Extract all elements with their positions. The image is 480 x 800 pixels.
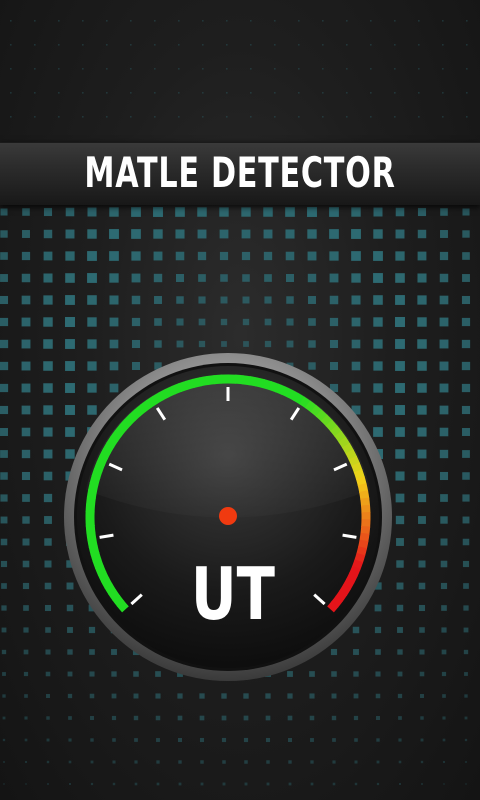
gauge-arc-segment [134,404,147,417]
gauge-arc-segment [178,380,189,392]
gauge-arc-segment [100,577,113,589]
gauge-arc-segment [255,377,266,389]
gauge-arc-segment [99,448,112,460]
gauge-arc-segment [93,461,106,473]
gauge-arc-segment [359,532,370,543]
gauge-arc-segment [346,572,358,584]
gauge-arc-segment [274,383,286,395]
gauge-arc-segment [299,396,312,409]
unit-label: UT [191,552,275,636]
gauge-arc-segment [234,374,244,385]
gauge-arc-segment [90,551,102,563]
gauge-arc-segment [116,600,129,613]
gauge-arc-segment [342,442,354,455]
gauge-arc-segment [91,468,103,479]
gauge-arc-segment [199,376,209,387]
gauge-arc-segment [330,425,343,438]
gauge-arc-segment [191,377,202,388]
gauge-arc-segment [315,409,328,422]
gauge-arc-segment [86,496,96,506]
gauge-arc-segment [320,414,333,427]
gauge-arc-segment [145,395,158,408]
gauge-arc-segment [330,595,344,608]
gauge-arc-segment [355,476,367,487]
gauge-arc-segment [92,558,104,570]
gauge-arc-segment [342,578,355,590]
gauge-arc-segment [108,589,121,602]
gauge-arc-segment [293,392,306,405]
gauge-arc-segment [359,490,370,500]
gauge-arc-segment [268,381,280,393]
gauge-arc-segment [85,524,96,534]
needle-hub [219,507,237,525]
gauge-arc-segment [356,546,368,557]
gauge-arc-segment [357,483,369,494]
gauge-arc-segment [241,375,251,386]
gauge-arc-segment [287,389,299,402]
gauge [64,353,392,681]
gauge-arc-segment [349,565,361,577]
gauge-arc-segment [123,413,137,426]
gauge-arc-segment [106,435,119,448]
gauge-arc-segment [94,564,107,576]
gauge-arc-segment [184,378,196,390]
gauge-arc-segment [354,552,366,564]
gauge-arc-segment [102,441,115,454]
gauge-arc-segment [96,454,108,466]
gauge-arc-segment [348,455,361,467]
gauge-arc-segment [112,594,125,607]
gauge-arc-segment [86,531,97,542]
gauge-arc-segment [281,386,293,398]
gauge-arc-segment [345,449,358,461]
gauge-arc-segment [164,385,176,398]
gauge-arc-segment [353,469,365,480]
gauge-arc-segment [338,436,351,449]
gauge-arc-segment [310,404,323,418]
gauge-arc-segment [97,571,110,583]
gauge-arc-segment [85,503,96,513]
gauge-arc-segment [129,408,142,421]
gauge-arc-segment [213,374,223,385]
gauge-arc-segment [89,475,101,486]
gauge-arc-segment [261,379,273,391]
gauge-arc-segment [86,489,98,499]
gauge-arc-segment [327,601,339,613]
gauge-arc-segment [140,399,152,413]
gauge-arc-segment [110,429,123,442]
gauge-arc-segment [351,559,364,571]
gauge-arc-segment [248,376,259,387]
gauge-arc-segment [119,418,132,431]
gauge-arc-segment [88,545,100,556]
gauge-arc-segment [325,419,338,432]
gauge-arc-segment [334,430,347,443]
gauge-arc-segment [171,383,183,395]
gauge-arc-segment [360,497,371,507]
gauge-arc-segment [335,590,348,602]
gauge-arc-segment [206,375,216,386]
gauge-arc-segment [304,400,317,413]
gauge-arc-segment [88,482,99,493]
gauge-arc-segment [158,388,170,401]
gauge-arc-segment [360,525,371,535]
gauge-arc-segment [351,462,363,474]
gauge-arc-segment [151,392,164,405]
gauge-arc-segment [339,584,352,596]
gauge-arc-segment [104,583,117,596]
gauge-arc-segment [114,424,127,437]
gauge-arc-segment [87,538,98,549]
gauge-arc-segment [358,539,369,550]
